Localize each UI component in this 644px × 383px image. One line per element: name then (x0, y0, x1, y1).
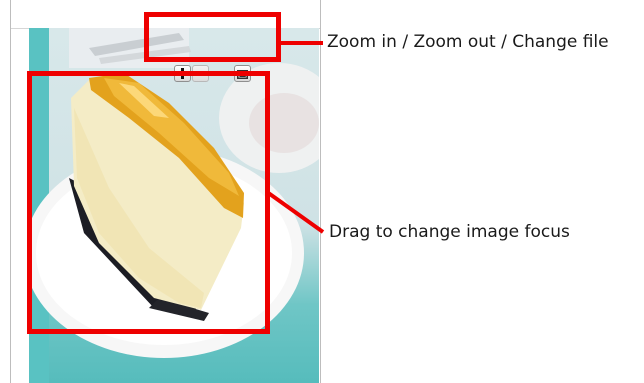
image-callout-line (265, 190, 325, 234)
image-callout-label: Drag to change image focus (329, 222, 570, 242)
toolbar-highlight-box (144, 12, 281, 62)
toolbar-callout-line (281, 41, 323, 45)
toolbar-callout-label: Zoom in / Zoom out / Change file (327, 32, 609, 52)
image-highlight-box (27, 71, 270, 334)
